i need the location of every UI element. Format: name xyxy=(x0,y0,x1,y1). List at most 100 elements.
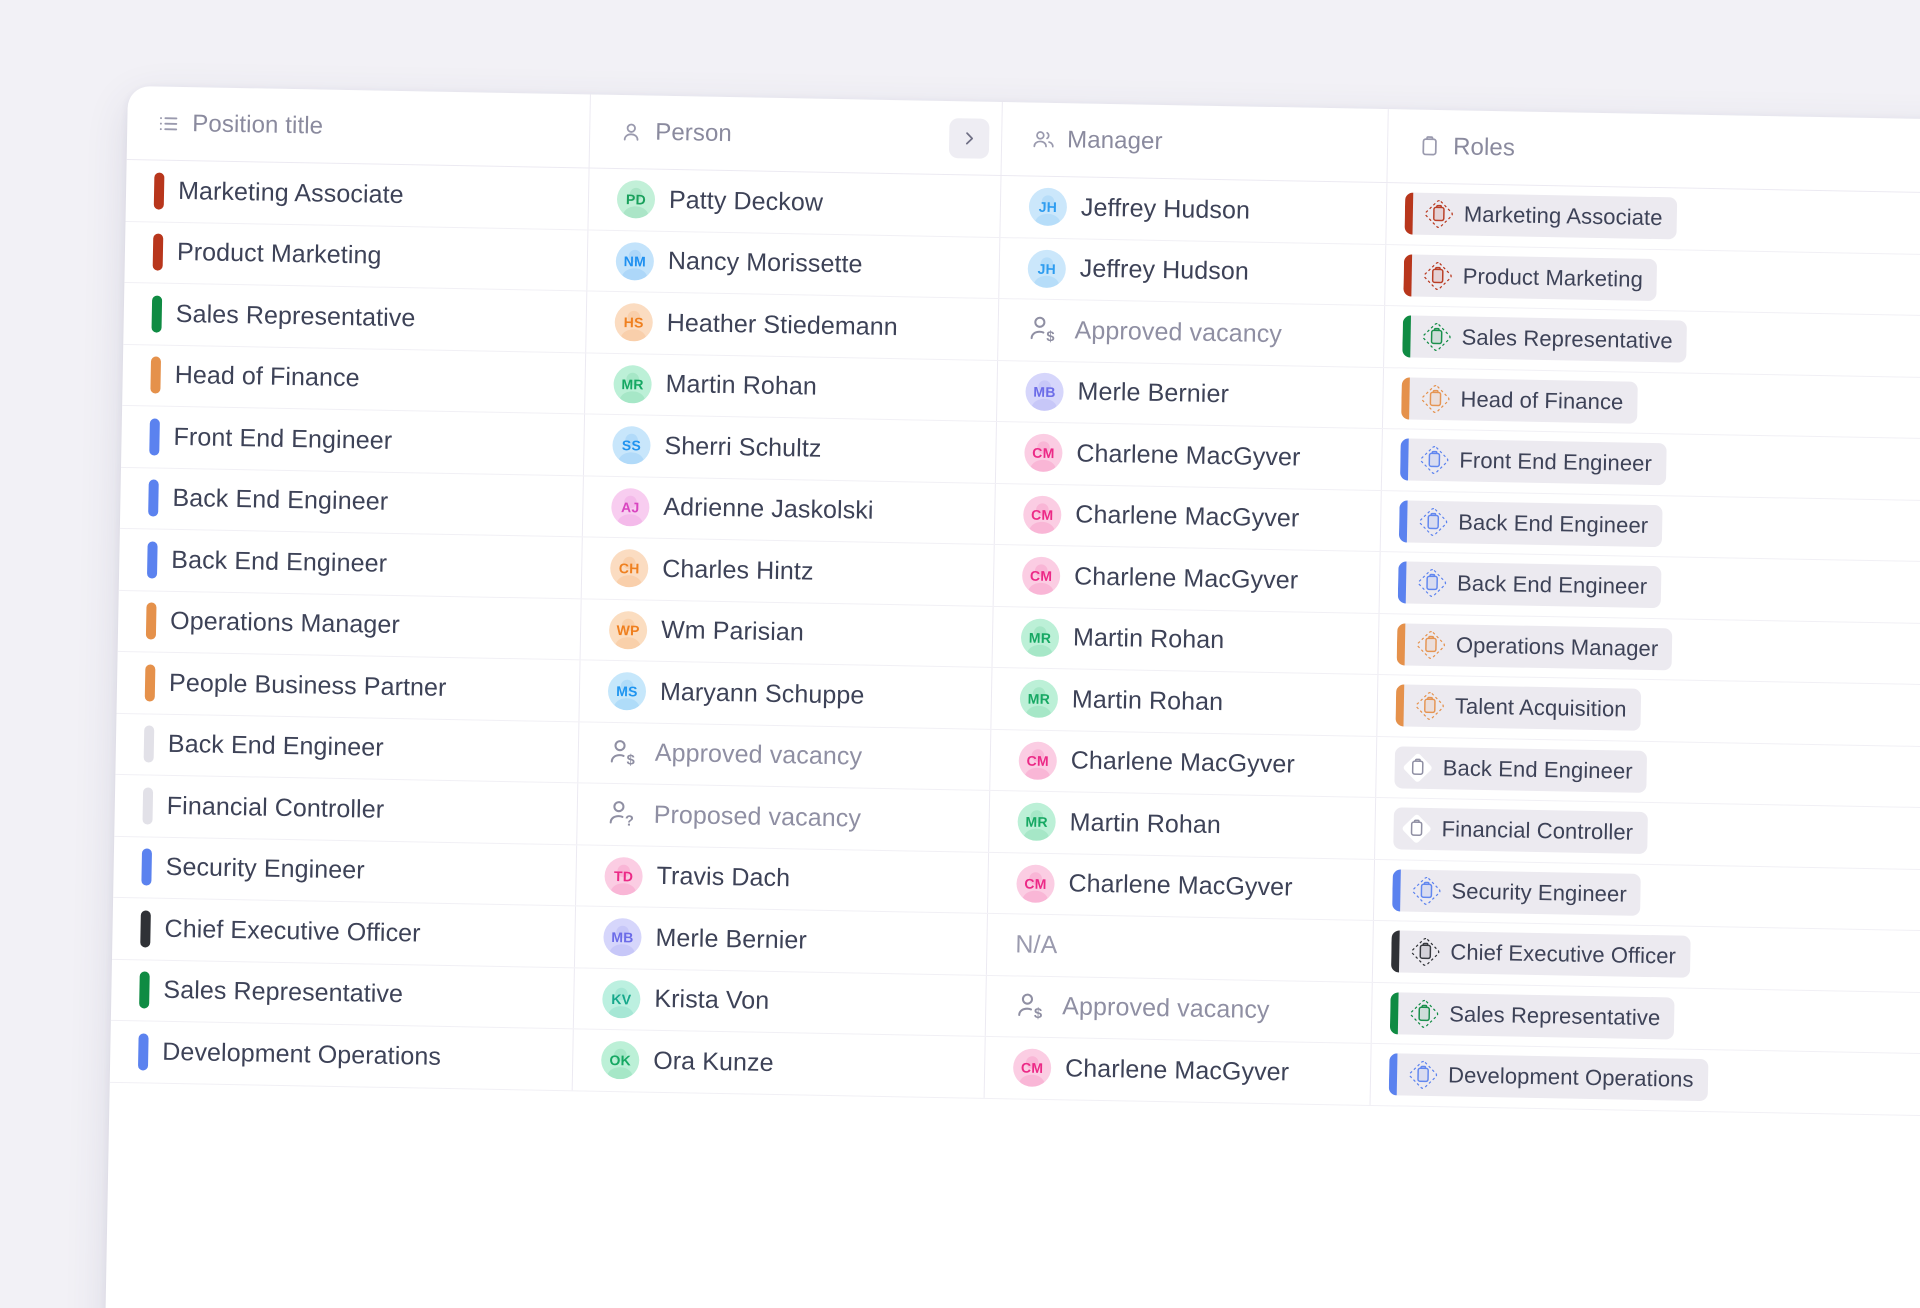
cell-manager[interactable]: CMCharlene MacGyver xyxy=(989,729,1376,797)
cell-roles[interactable]: Security Engineer xyxy=(1373,859,1920,930)
cell-roles[interactable]: Head of Finance xyxy=(1382,368,1920,439)
column-header-roles[interactable]: Roles xyxy=(1386,109,1920,193)
person-name-text: Martin Rohan xyxy=(665,370,817,402)
cell-roles[interactable]: Development Operations xyxy=(1370,1044,1920,1115)
cell-person[interactable]: KVKrista Von xyxy=(573,968,986,1036)
role-chip[interactable]: Front End Engineer xyxy=(1400,439,1666,486)
avatar: SS xyxy=(612,426,651,465)
cell-roles[interactable]: Chief Executive Officer xyxy=(1372,921,1920,992)
cell-roles[interactable]: Sales Representative xyxy=(1383,306,1920,377)
role-chip[interactable]: Product Marketing xyxy=(1403,254,1657,301)
role-badge-icon xyxy=(1400,750,1435,785)
position-title-text: Security Engineer xyxy=(165,853,365,886)
role-chip[interactable]: Chief Executive Officer xyxy=(1391,931,1690,978)
cell-roles[interactable]: Talent Acquisition xyxy=(1376,675,1920,746)
cell-person[interactable]: WPWm Parisian xyxy=(580,599,993,667)
cell-manager[interactable]: MRMartin Rohan xyxy=(990,668,1377,736)
person-name-text: Charlene MacGyver xyxy=(1076,439,1301,472)
cell-roles[interactable]: Operations Manager xyxy=(1377,614,1920,685)
cell-roles[interactable]: Product Marketing xyxy=(1384,245,1920,316)
cell-position-title[interactable]: Chief Executive Officer xyxy=(112,898,575,967)
cell-manager[interactable]: $Approved vacancy xyxy=(997,299,1384,367)
position-title-text: Operations Manager xyxy=(170,607,400,640)
cell-roles[interactable]: Back End Engineer xyxy=(1375,736,1920,807)
role-chip[interactable]: Development Operations xyxy=(1389,1054,1708,1102)
role-chip[interactable]: Operations Manager xyxy=(1397,623,1673,670)
cell-manager[interactable]: CMCharlene MacGyver xyxy=(993,545,1380,613)
cell-position-title[interactable]: Product Marketing xyxy=(124,221,587,290)
role-chip[interactable]: Sales Representative xyxy=(1390,992,1675,1039)
cell-roles[interactable]: Financial Controller xyxy=(1374,798,1920,869)
cell-position-title[interactable]: Sales Representative xyxy=(123,283,586,352)
cell-position-title[interactable]: People Business Partner xyxy=(117,652,580,721)
cell-manager[interactable]: CMCharlene MacGyver xyxy=(984,1037,1371,1105)
cell-person[interactable]: $Approved vacancy xyxy=(577,722,990,790)
person-question-icon: ? xyxy=(605,797,640,832)
role-badge-icon xyxy=(1408,935,1443,970)
cell-position-title[interactable]: Operations Manager xyxy=(118,590,581,659)
avatar-initials: CM xyxy=(1026,752,1049,768)
cell-position-title[interactable]: Back End Engineer xyxy=(115,713,578,782)
cell-manager[interactable]: CMCharlene MacGyver xyxy=(994,483,1381,551)
role-chip[interactable]: Marketing Associate xyxy=(1404,193,1677,240)
role-chip[interactable]: Security Engineer xyxy=(1392,869,1641,916)
role-label-text: Security Engineer xyxy=(1443,878,1641,908)
cell-position-title[interactable]: Development Operations xyxy=(110,1021,573,1090)
cell-manager[interactable]: MRMartin Rohan xyxy=(988,791,1375,859)
cell-person[interactable]: ? Proposed vacancy xyxy=(576,783,989,851)
cell-manager[interactable]: JHJeffrey Hudson xyxy=(999,176,1386,244)
cell-roles[interactable]: Marketing Associate xyxy=(1385,183,1920,254)
cell-position-title[interactable]: Back End Engineer xyxy=(119,529,582,598)
cell-position-title[interactable]: Sales Representative xyxy=(111,959,574,1028)
cell-person[interactable]: NMNancy Morissette xyxy=(586,230,999,298)
column-header-position-title[interactable]: Position title xyxy=(127,86,590,167)
role-chip[interactable]: Head of Finance xyxy=(1401,377,1638,423)
cell-person[interactable]: PDPatty Deckow xyxy=(587,168,1000,236)
role-chip[interactable]: Back End Engineer xyxy=(1398,562,1662,609)
cell-position-title[interactable]: Head of Finance xyxy=(122,344,585,413)
cell-manager[interactable]: MBMerle Bernier xyxy=(996,360,1383,428)
column-header-manager[interactable]: Manager xyxy=(1001,102,1388,182)
role-badge-icon xyxy=(1422,197,1457,232)
cell-person[interactable]: MSMaryann Schuppe xyxy=(578,660,991,728)
person-name-text: Charlene MacGyver xyxy=(1075,501,1300,534)
cell-position-title[interactable]: Security Engineer xyxy=(113,836,576,905)
cell-manager[interactable]: $Approved vacancy xyxy=(985,975,1372,1043)
cell-person[interactable]: MBMerle Bernier xyxy=(574,906,987,974)
role-chip[interactable]: Talent Acquisition xyxy=(1395,685,1641,731)
cell-manager[interactable]: N/A xyxy=(986,914,1373,982)
role-chip[interactable]: Sales Representative xyxy=(1402,316,1687,363)
column-header-person[interactable]: Person xyxy=(589,94,1002,175)
avatar-initials: MR xyxy=(621,376,644,392)
cell-manager[interactable]: JHJeffrey Hudson xyxy=(998,237,1385,305)
role-badge-icon xyxy=(1406,1058,1441,1093)
cell-roles[interactable]: Front End Engineer xyxy=(1381,429,1920,500)
cell-person[interactable]: OKOra Kunze xyxy=(572,1029,985,1097)
cell-manager[interactable]: CMCharlene MacGyver xyxy=(995,422,1382,490)
role-badge-icon xyxy=(1408,935,1443,970)
vacancy-label-text: Proposed vacancy xyxy=(653,801,861,834)
person-name-text: Martin Rohan xyxy=(1073,624,1225,656)
cell-manager[interactable]: MRMartin Rohan xyxy=(991,606,1378,674)
role-badge-icon xyxy=(1418,381,1453,416)
cell-manager[interactable]: CMCharlene MacGyver xyxy=(987,852,1374,920)
role-badge-icon xyxy=(1422,197,1457,232)
cell-person[interactable]: CHCharles Hintz xyxy=(581,537,994,605)
role-chip[interactable]: Back End Engineer xyxy=(1394,746,1647,793)
cell-roles[interactable]: Back End Engineer xyxy=(1380,491,1920,562)
expand-column-button[interactable] xyxy=(949,118,990,159)
cell-position-title[interactable]: Financial Controller xyxy=(114,775,577,844)
cell-roles[interactable]: Back End Engineer xyxy=(1379,552,1920,623)
role-chip[interactable]: Back End Engineer xyxy=(1399,500,1663,547)
cell-person[interactable]: SSSherri Schultz xyxy=(583,414,996,482)
role-chip[interactable]: Financial Controller xyxy=(1393,808,1647,855)
cell-position-title[interactable]: Front End Engineer xyxy=(121,406,584,475)
cell-position-title[interactable]: Back End Engineer xyxy=(120,467,583,536)
cell-person[interactable]: AJAdrienne Jaskolski xyxy=(582,476,995,544)
cell-position-title[interactable]: Marketing Associate xyxy=(126,160,589,229)
person-name-text: Charlene MacGyver xyxy=(1068,870,1293,903)
cell-roles[interactable]: Sales Representative xyxy=(1371,982,1920,1053)
cell-person[interactable]: TDTravis Dach xyxy=(575,845,988,913)
cell-person[interactable]: MR Martin Rohan xyxy=(584,353,997,421)
cell-person[interactable]: HSHeather Stiedemann xyxy=(585,291,998,359)
